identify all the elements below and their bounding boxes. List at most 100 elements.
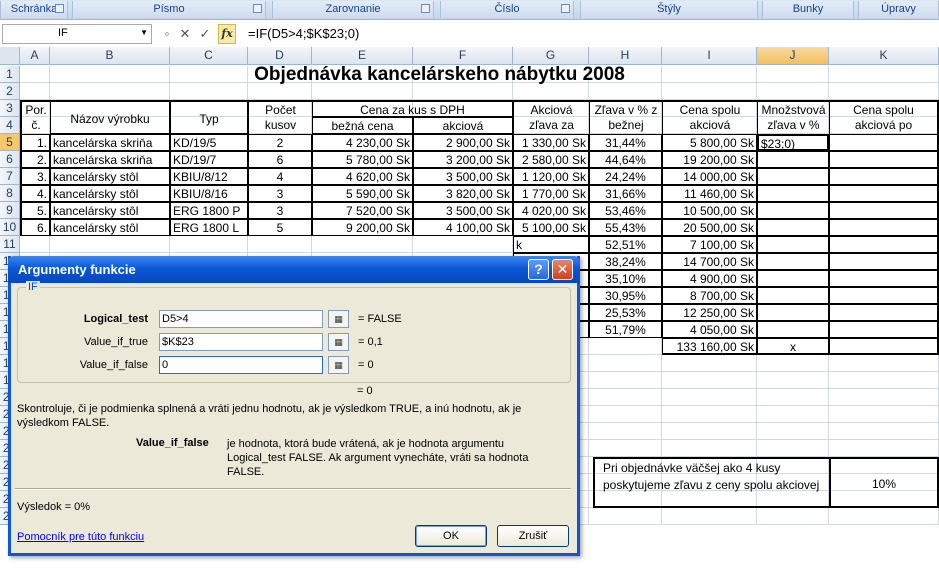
row-header[interactable]: 9 xyxy=(0,202,20,219)
row-header[interactable]: 7 xyxy=(0,168,20,185)
dialog-launcher-icon[interactable] xyxy=(421,4,430,13)
total-after-cell[interactable] xyxy=(829,151,939,168)
column-header[interactable]: G xyxy=(513,47,589,65)
total-after-cell[interactable] xyxy=(829,287,939,304)
product-name-cell[interactable]: kancelársky stôl xyxy=(50,219,170,236)
total-after-cell[interactable] xyxy=(829,304,939,321)
regular-price-cell[interactable]: 4 230,00 Sk xyxy=(312,134,413,151)
discount-pct-cell[interactable]: 35,10% xyxy=(589,270,662,287)
regular-price-cell[interactable]: 5 590,00 Sk xyxy=(312,185,413,202)
insert-function-icon[interactable]: fx xyxy=(218,24,236,44)
column-header[interactable]: J xyxy=(757,47,829,65)
row-number-cell[interactable]: 4. xyxy=(20,185,50,202)
row-number-cell[interactable]: 1. xyxy=(20,134,50,151)
discount-pct-cell[interactable]: 30,95% xyxy=(589,287,662,304)
help-icon[interactable]: ? xyxy=(528,259,549,280)
type-cell[interactable]: KBIU/8/12 xyxy=(170,168,248,185)
quantity-cell[interactable]: 3 xyxy=(248,185,312,202)
discount-pct-cell[interactable]: 31,66% xyxy=(589,185,662,202)
grand-total-cell[interactable]: 133 160,00 Sk xyxy=(662,338,757,355)
formula-input[interactable]: =IF(D5>4;$K$23;0) xyxy=(244,24,937,44)
type-cell[interactable]: KD/19/5 xyxy=(170,134,248,151)
discount-cell[interactable]: 2 580,00 Sk xyxy=(513,151,589,168)
total-after-cell[interactable] xyxy=(829,168,939,185)
dialog-launcher-icon[interactable] xyxy=(561,4,570,13)
regular-price-cell[interactable]: 9 200,00 Sk xyxy=(312,219,413,236)
close-icon[interactable]: ✕ xyxy=(552,259,573,280)
dialog-title-bar[interactable]: Argumenty funkcie ? ✕ xyxy=(8,256,580,283)
total-sale-cell[interactable]: 14 000,00 Sk xyxy=(662,168,757,185)
total-after-cell[interactable] xyxy=(829,270,939,287)
column-header[interactable]: F xyxy=(413,47,513,65)
header-cell[interactable]: zľava za xyxy=(513,117,589,134)
discount-pct-cell[interactable]: 55,43% xyxy=(589,219,662,236)
header-cell[interactable]: Por. xyxy=(20,100,50,117)
quantity-discount-cell[interactable] xyxy=(757,151,829,168)
discount-pct-cell[interactable]: 24,24% xyxy=(589,168,662,185)
dialog-launcher-icon[interactable] xyxy=(55,4,64,13)
total-after-cell[interactable] xyxy=(829,321,939,338)
type-cell[interactable]: KD/19/7 xyxy=(170,151,248,168)
row-number-cell[interactable]: 3. xyxy=(20,168,50,185)
total-after-cell[interactable] xyxy=(829,236,939,253)
total-sale-cell[interactable]: 19 200,00 Sk xyxy=(662,151,757,168)
product-name-cell[interactable]: kancelársky stôl xyxy=(50,168,170,185)
quantity-cell[interactable]: 5 xyxy=(248,219,312,236)
type-cell[interactable]: ERG 1800 P xyxy=(170,202,248,219)
header-cell[interactable]: bežná cena xyxy=(312,117,413,134)
total-after-cell[interactable] xyxy=(829,253,939,270)
product-name-cell[interactable]: kancelársky stôl xyxy=(50,185,170,202)
dialog-launcher-icon[interactable] xyxy=(253,4,262,13)
total-sale-cell[interactable]: 11 460,00 Sk xyxy=(662,185,757,202)
column-header[interactable]: B xyxy=(50,47,170,65)
header-cell[interactable]: Cena spolu xyxy=(829,100,939,117)
header-cell[interactable]: akciová po xyxy=(829,117,939,134)
quantity-discount-cell[interactable] xyxy=(757,270,829,287)
column-header[interactable]: D xyxy=(248,47,312,65)
select-all-corner[interactable] xyxy=(0,47,20,65)
total-sale-cell[interactable]: 14 700,00 Sk xyxy=(662,253,757,270)
header-cell[interactable]: Akciová xyxy=(513,100,589,117)
discount-pct-cell[interactable]: 38,24% xyxy=(589,253,662,270)
regular-price-cell[interactable]: 7 520,00 Sk xyxy=(312,202,413,219)
discount-note[interactable]: Pri objednávke väčšej ako 4 kusy poskytu… xyxy=(593,457,829,508)
row-header[interactable]: 2 xyxy=(0,83,20,100)
discount-pct-cell[interactable]: 31,44% xyxy=(589,134,662,151)
discount-pct-cell[interactable]: 53,46% xyxy=(589,202,662,219)
function-arguments-dialog[interactable]: Argumenty funkcie ? ✕ IF Logical_test D5… xyxy=(8,256,580,556)
row-number-cell[interactable]: 6. xyxy=(20,219,50,236)
product-name-cell[interactable]: kancelárska skriňa xyxy=(50,151,170,168)
regular-price-cell[interactable]: 5 780,00 Sk xyxy=(312,151,413,168)
sale-price-cell[interactable]: 3 820,00 Sk xyxy=(413,185,513,202)
total-sale-cell[interactable]: 12 250,00 Sk xyxy=(662,304,757,321)
row-header[interactable]: 6 xyxy=(0,151,20,168)
sale-price-cell[interactable]: 3 200,00 Sk xyxy=(413,151,513,168)
cancel-icon[interactable]: ✕ xyxy=(176,24,194,44)
header-cell[interactable]: Množstvová xyxy=(757,100,829,117)
quantity-discount-cell[interactable] xyxy=(757,287,829,304)
type-cell[interactable]: ERG 1800 L xyxy=(170,219,248,236)
quantity-discount-cell[interactable] xyxy=(757,219,829,236)
name-box[interactable]: IF ▼ xyxy=(2,24,152,44)
discount-pct-value[interactable]: 10% xyxy=(829,457,939,508)
help-link[interactable]: Pomocník pre túto funkciu xyxy=(17,531,144,543)
discount-cell[interactable]: k xyxy=(513,236,589,253)
row-number-cell[interactable]: 2. xyxy=(20,151,50,168)
total-after-cell[interactable] xyxy=(829,185,939,202)
total-sale-cell[interactable]: 10 500,00 Sk xyxy=(662,202,757,219)
header-cell[interactable]: Cena za kus s DPH xyxy=(312,100,513,117)
quantity-cell[interactable]: 4 xyxy=(248,168,312,185)
column-header[interactable]: C xyxy=(170,47,248,65)
header-cell[interactable]: zľava v % xyxy=(757,117,829,134)
total-sale-cell[interactable]: 7 100,00 Sk xyxy=(662,236,757,253)
row-header[interactable]: 5 xyxy=(0,134,20,151)
collapse-dialog-icon[interactable]: ▦ xyxy=(328,356,349,374)
discount-cell[interactable]: 5 100,00 Sk xyxy=(513,219,589,236)
value-if-false-input[interactable]: 0 xyxy=(159,356,323,374)
header-cell[interactable]: bežnej xyxy=(589,117,662,134)
total-after-cell[interactable] xyxy=(829,338,939,355)
type-cell[interactable]: KBIU/8/16 xyxy=(170,185,248,202)
regular-price-cell[interactable]: 4 620,00 Sk xyxy=(312,168,413,185)
discount-pct-cell[interactable]: 52,51% xyxy=(589,236,662,253)
value-if-true-input[interactable]: $K$23 xyxy=(159,333,323,351)
